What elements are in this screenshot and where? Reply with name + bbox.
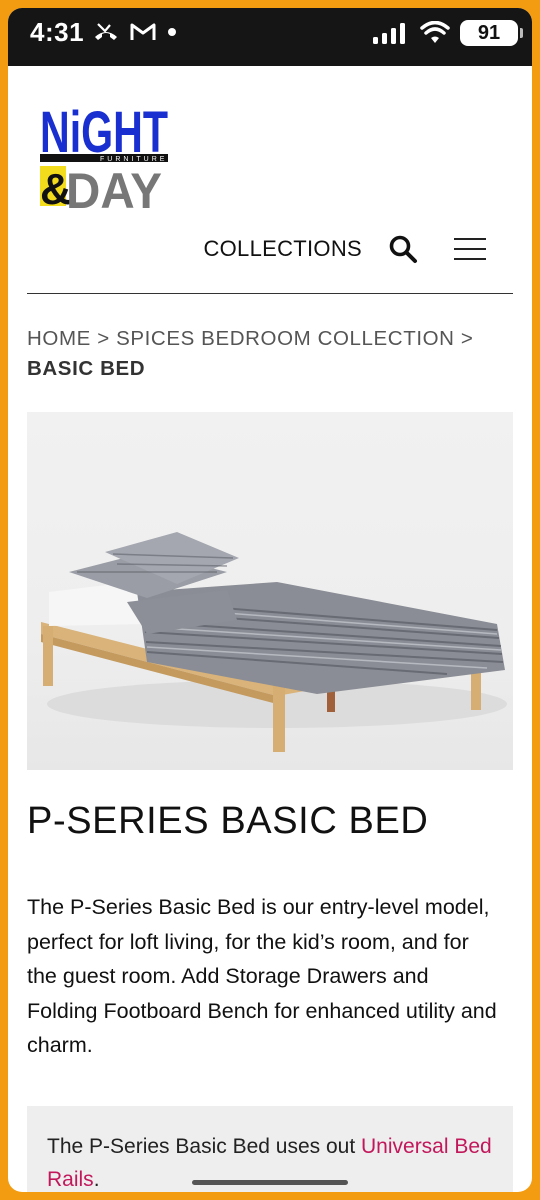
- missed-call-icon: [95, 23, 117, 40]
- product-image[interactable]: [27, 412, 513, 770]
- nav-collections-link[interactable]: COLLECTIONS: [203, 236, 362, 262]
- note-text: The P-Series Basic Bed uses out: [47, 1135, 361, 1158]
- logo-text-day: DAY: [66, 163, 162, 214]
- product-description: The P-Series Basic Bed is our entry-leve…: [27, 895, 497, 1057]
- home-indicator[interactable]: [192, 1180, 348, 1185]
- search-icon[interactable]: [388, 234, 418, 264]
- dot-icon: [168, 28, 176, 36]
- signal-icon: [373, 23, 405, 44]
- header-divider: [27, 293, 513, 294]
- nav-row: COLLECTIONS: [8, 226, 532, 276]
- battery-level: 91: [477, 21, 501, 44]
- site-logo[interactable]: NiGHT FURNITURE & DAY: [40, 96, 170, 219]
- wifi-icon: [420, 21, 450, 43]
- phone-screen: 4:31 91 NiGHT FURNITURE & DAY COLLECTION…: [8, 8, 532, 1192]
- breadcrumb-separator: >: [460, 327, 474, 350]
- breadcrumb-separator: >: [97, 327, 110, 350]
- status-bar: 4:31 91: [8, 8, 532, 66]
- status-right-icons: 91: [372, 20, 523, 46]
- status-left-icons: [92, 21, 178, 43]
- battery-icon: 91: [460, 20, 523, 46]
- note-suffix: .: [93, 1168, 100, 1191]
- breadcrumb: HOME > SPICES BEDROOM COLLECTION > BASIC…: [27, 324, 517, 384]
- hamburger-menu-icon[interactable]: [454, 238, 486, 262]
- logo-text-furniture: FURNITURE: [100, 156, 167, 163]
- gmail-icon: [130, 23, 156, 40]
- status-time: 4:31: [30, 17, 85, 47]
- breadcrumb-current: BASIC BED: [27, 357, 146, 380]
- breadcrumb-collection[interactable]: SPICES BEDROOM COLLECTION: [116, 327, 455, 350]
- breadcrumb-home[interactable]: HOME: [27, 327, 91, 350]
- product-title: P-SERIES BASIC BED: [27, 800, 429, 842]
